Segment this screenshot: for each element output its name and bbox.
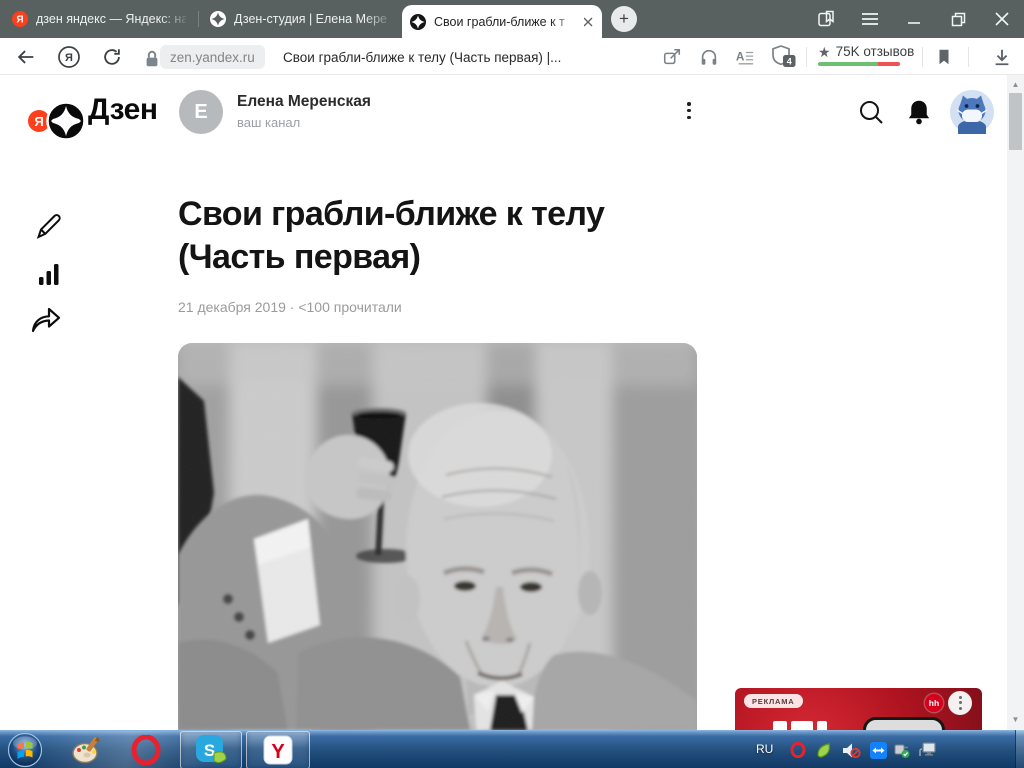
scrollbar-thumb[interactable]	[1009, 93, 1022, 150]
shield-badge: 4	[787, 56, 792, 66]
taskbar-opera-icon[interactable]	[122, 731, 170, 768]
reload-button[interactable]	[98, 43, 126, 71]
show-desktop-button[interactable]	[1015, 730, 1024, 768]
toolbar-divider	[922, 47, 923, 67]
screen: Я дзен яндекс — Яндекс: на Дзен-студия |…	[0, 0, 1024, 768]
new-tab-button[interactable]: +	[611, 6, 637, 32]
tray-opera-icon[interactable]	[786, 731, 810, 768]
svg-text:A: A	[736, 50, 745, 64]
svg-text:S: S	[204, 741, 215, 760]
search-icon[interactable]	[857, 98, 885, 131]
zen-favicon	[210, 11, 226, 27]
rating-bar-positive	[818, 62, 878, 66]
tab-active[interactable]: Свои грабли-ближе к т	[402, 5, 602, 38]
back-button[interactable]	[12, 43, 40, 71]
reviews-widget[interactable]: ★ 75K отзывов	[818, 44, 914, 66]
ad-hh-logo: hh	[925, 694, 943, 712]
ad-menu-kebab-icon[interactable]	[948, 691, 972, 715]
notifications-bell-icon[interactable]	[906, 98, 932, 131]
channel-name[interactable]: Елена Меренская	[237, 93, 371, 111]
share-arrow-icon[interactable]	[30, 304, 62, 339]
browser-toolbar: Я zen.yandex.ru Свои грабли-ближе к телу…	[0, 38, 1024, 75]
toolbar-divider	[806, 47, 807, 67]
browser-menu-icon[interactable]	[852, 0, 888, 38]
window-minimize-button[interactable]	[896, 0, 932, 38]
taskbar-yandex-browser-button[interactable]: Y	[246, 731, 310, 768]
reader-mode-icon[interactable]: A	[731, 43, 759, 71]
stats-chart-icon[interactable]	[36, 260, 62, 293]
ad-cropped-text	[773, 721, 827, 730]
tray-teamviewer-icon[interactable]	[866, 731, 890, 768]
star-icon: ★	[818, 43, 831, 60]
tab-fade	[550, 5, 584, 38]
tab-title: Свои грабли-ближе к т	[434, 14, 565, 29]
window-close-button[interactable]	[984, 0, 1020, 38]
ad-label: РЕКЛАМА	[744, 694, 803, 708]
page-title: Свои грабли-ближе к телу (Часть первая) …	[283, 50, 562, 65]
toolbar-divider	[968, 47, 969, 67]
svg-text:Я: Я	[65, 52, 73, 64]
taskbar-skype-lightshot-button[interactable]: S	[180, 731, 242, 768]
tray-volume-muted-icon[interactable]	[838, 731, 864, 768]
tab-fade	[160, 0, 194, 38]
channel-subtitle: ваш канал	[237, 115, 301, 130]
user-avatar[interactable]	[950, 90, 994, 139]
svg-text:Я: Я	[16, 15, 23, 26]
audio-listen-icon[interactable]	[695, 43, 723, 71]
bookmark-icon[interactable]	[930, 43, 958, 71]
protect-shield-icon[interactable]: 4	[768, 43, 802, 71]
page-scrollbar[interactable]: ▲ ▼	[1007, 75, 1024, 730]
article-title: Свои грабли-ближе к телу (Часть первая)	[178, 195, 605, 276]
tray-network-icon[interactable]	[914, 731, 940, 768]
language-indicator[interactable]: RU	[756, 742, 773, 756]
reviews-label: 75K отзывов	[835, 44, 915, 59]
article-photo	[178, 343, 697, 730]
tray-lightshot-icon[interactable]	[812, 731, 836, 768]
edit-pencil-icon[interactable]	[33, 210, 63, 245]
tab-2[interactable]: Дзен-студия | Елена Мере	[202, 0, 398, 38]
scroll-down-icon[interactable]: ▼	[1007, 715, 1024, 724]
browser-tabbar: Я дзен яндекс — Яндекс: на Дзен-студия |…	[0, 0, 1024, 38]
article-meta: 21 декабря 2019 · <100 прочитали	[178, 299, 402, 315]
rating-bar-negative	[878, 62, 900, 66]
svg-text:Я: Я	[34, 114, 43, 129]
yandex-home-button[interactable]: Я	[55, 43, 83, 71]
window-restore-button[interactable]	[940, 0, 976, 38]
zen-favicon	[410, 13, 426, 30]
share-icon[interactable]	[658, 43, 686, 71]
channel-menu-kebab-icon[interactable]	[682, 99, 696, 122]
scroll-up-icon[interactable]: ▲	[1007, 80, 1024, 89]
tray-usb-icon[interactable]	[890, 731, 914, 768]
tab-divider	[198, 11, 199, 27]
rating-bar	[818, 62, 900, 66]
svg-text:Y: Y	[271, 741, 285, 763]
start-button[interactable]	[4, 731, 46, 768]
side-panel-icon[interactable]	[808, 0, 844, 38]
ad-banner[interactable]: РЕКЛАМА hh	[735, 688, 982, 730]
tab-fade	[364, 0, 398, 38]
download-icon[interactable]	[988, 43, 1016, 71]
channel-avatar[interactable]: E	[179, 90, 223, 134]
tab-1[interactable]: Я дзен яндекс — Яндекс: на	[4, 0, 194, 38]
domain-chip[interactable]: zen.yandex.ru	[160, 45, 265, 69]
taskbar-paint-icon[interactable]	[62, 731, 110, 768]
ad-phone-image	[863, 717, 945, 730]
zen-logo-text[interactable]: Дзен	[88, 93, 158, 127]
page-content: Я Дзен E Елена Меренская ваш канал Свои …	[0, 75, 1024, 730]
yandex-favicon: Я	[12, 11, 28, 27]
taskbar: S Y RU 9:17 31	[0, 730, 1024, 768]
domain-text: zen.yandex.ru	[170, 49, 255, 65]
